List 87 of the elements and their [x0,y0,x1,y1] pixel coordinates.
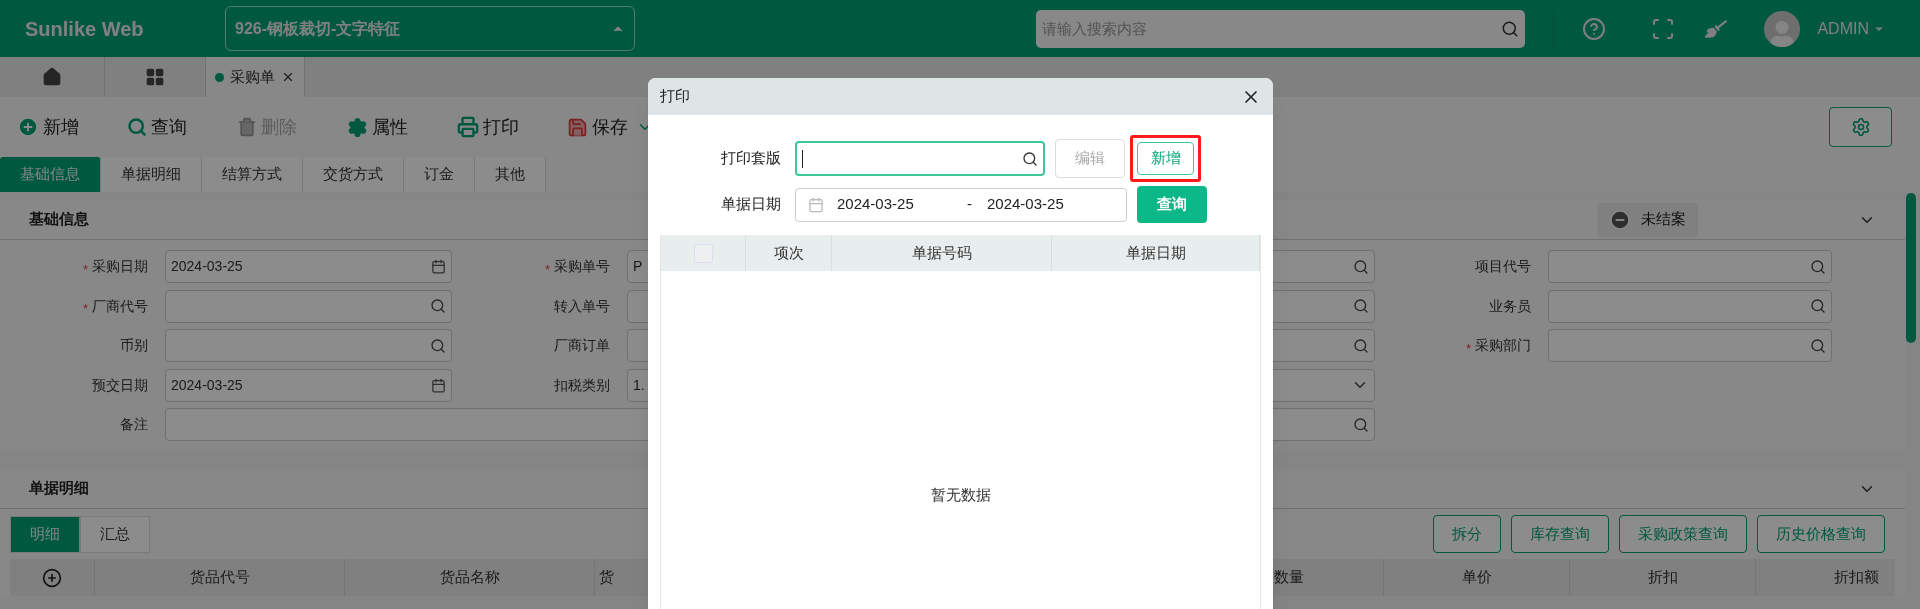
template-field[interactable] [795,141,1045,176]
section-title: 基础信息 [29,209,89,230]
field-label: 业务员 [1489,296,1531,316]
column-header: 单据日期 [1125,242,1186,263]
column-header: 折扣额 [1834,567,1879,588]
toolbar-button[interactable]: 新增 [17,113,79,141]
search-icon [1810,258,1826,275]
empty-message: 暂无数据 [930,485,991,505]
required-mark: * [82,300,88,319]
section-tab[interactable]: 其他 [475,157,546,192]
field-label: 单据日期 [720,194,782,215]
fullscreen-icon[interactable] [1651,16,1676,41]
brand-name: Sunlike Web [25,16,145,42]
search-icon [1353,416,1369,433]
avatar[interactable] [1764,10,1801,47]
apps-icon[interactable] [145,67,165,87]
input-field[interactable] [1548,289,1832,323]
add-icon [17,116,39,138]
detail-tab[interactable]: 汇总 [80,515,150,553]
toolbar-button[interactable]: 查询 [127,113,187,141]
input-field[interactable]: 2024-03-25 [165,368,452,402]
search-icon [1810,298,1826,314]
required-mark: * [544,260,550,279]
settings-icon [1850,117,1871,137]
trash-icon [237,117,257,137]
input-field[interactable]: 2024-03-25 [165,250,452,283]
scrollbar-thumb[interactable] [1906,193,1916,343]
field-label: 采购日期 [92,257,148,276]
search-icon [1022,150,1038,167]
calendar-icon [431,259,446,274]
search-icon [1810,337,1826,354]
column-header: 折扣 [1647,567,1678,588]
column-header: 货品名称 [439,567,500,588]
column-header: 数量 [1274,567,1304,588]
required-mark: * [82,260,88,279]
input-field[interactable] [165,329,452,362]
input-field[interactable] [165,289,452,323]
column-header: 项次 [773,242,804,263]
calendar-icon [431,377,446,393]
toolbar-button[interactable]: 保存 [567,113,628,141]
page-tab[interactable]: 采购单 [205,57,305,97]
search-icon [1501,19,1520,38]
search-icon [127,117,147,137]
column-header: 单价 [1461,567,1492,588]
field-label: 项目代号 [1475,257,1531,276]
section-title: 单据明细 [29,478,89,499]
column-header: 货品代号 [189,567,250,588]
help-icon[interactable] [1582,16,1607,41]
required-mark: * [1465,339,1471,358]
search-icon [1353,337,1369,354]
search-icon [430,298,446,314]
field-label: 扣税类别 [554,375,610,395]
save-icon [567,116,588,138]
field-label: 打印套版 [720,148,782,169]
section-tab[interactable]: 订金 [404,157,475,192]
search-icon [1353,298,1369,314]
search-icon [430,337,446,354]
section-tab[interactable]: 结算方式 [202,157,303,192]
input-field[interactable] [1548,329,1832,362]
section-tab[interactable]: 单据明细 [101,157,202,192]
field-label: 币别 [120,336,148,355]
search-icon [1353,258,1369,275]
field-label: 厂商代号 [92,296,148,316]
broom-icon[interactable] [1705,17,1728,40]
section-tab[interactable]: 交货方式 [303,157,404,192]
settings-button[interactable] [1829,107,1892,147]
column-header: 单据号码 [911,242,972,263]
toolbar-button[interactable]: 属性 [347,113,408,141]
input-field[interactable] [1548,250,1832,283]
status-badge: 未结案 [1597,202,1698,237]
gear-icon [347,116,368,138]
dialog-title: 打印 [660,86,691,107]
field-label: 预交日期 [92,375,148,395]
field-label: 采购单号 [554,257,610,276]
minus-icon [1609,208,1631,231]
new-button[interactable]: 新增 [1137,142,1194,175]
field-label: 备注 [120,415,148,434]
field-label: 采购部门 [1475,336,1531,355]
field-label: 转入单号 [554,296,610,316]
calendar-icon [808,196,824,213]
column-header: 货 [599,567,614,588]
home-icon[interactable] [42,67,62,87]
field-label: 厂商订单 [554,336,610,355]
date-range-field[interactable]: 2024-03-25 - 2024-03-25 [795,187,1127,222]
printer-icon [457,116,479,138]
add-row-icon[interactable] [42,567,62,588]
toolbar-button[interactable]: 打印 [457,113,519,141]
